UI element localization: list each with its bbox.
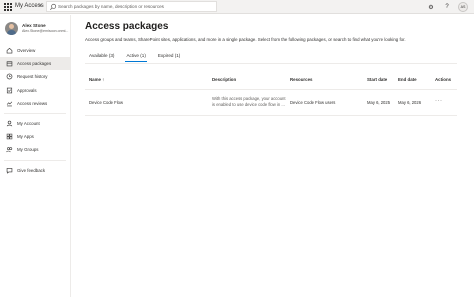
sidebar-item-label: Access packages	[17, 61, 52, 67]
tab-available[interactable]: Available (3)	[85, 49, 118, 63]
sidebar-item-label: My Account	[17, 121, 40, 127]
sidebar-item-label: Approvals	[17, 87, 37, 93]
chevron-down-icon[interactable]: ▾	[39, 3, 42, 9]
page-description: Access groups and teams, SharePoint site…	[85, 37, 406, 42]
column-header-description: Description	[212, 77, 237, 82]
approvals-icon	[6, 87, 13, 94]
user-name: Alex Stone	[22, 23, 46, 28]
tab-expired[interactable]: Expired (1)	[154, 49, 184, 63]
sidebar-item-label: Overview	[17, 48, 36, 54]
settings-icon[interactable]: ⚙	[426, 2, 436, 12]
sidebar-item-request-history[interactable]: Request history	[0, 70, 70, 83]
package-resources: Device Code Flow users	[290, 100, 336, 105]
tab-active[interactable]: Active (1)	[122, 49, 149, 63]
help-icon[interactable]: ?	[442, 2, 452, 12]
account-avatar[interactable]: AS	[458, 2, 468, 12]
nav-menu: Overview Access packages Request history…	[0, 44, 70, 177]
search-icon	[50, 3, 57, 10]
sidebar-item-label: Access reviews	[17, 100, 48, 106]
sidebar-item-label: My Apps	[17, 134, 34, 140]
sidebar-item-access-reviews[interactable]: Access reviews	[0, 97, 70, 110]
sidebar-item-label: My Groups	[17, 147, 39, 153]
package-end-date: May 6, 2026	[398, 100, 422, 105]
sidebar-item-my-account[interactable]: My Account	[0, 117, 70, 130]
table-row[interactable]: Device Code Flow With this access packag…	[85, 90, 457, 116]
sidebar-item-give-feedback[interactable]: Give feedback	[0, 164, 70, 177]
user-email: Alex.Stone@emisoon.onmi...	[22, 29, 69, 33]
tab-bar: Available (3) Active (1) Expired (1)	[85, 49, 184, 63]
column-header-resources: Resources	[290, 77, 313, 82]
divider	[4, 159, 66, 161]
search-box[interactable]: Search packages by name, description or …	[46, 1, 217, 12]
top-bar: My Access ▾ Search packages by name, des…	[0, 0, 474, 14]
reviews-icon	[6, 100, 13, 107]
avatar	[5, 22, 18, 35]
package-icon	[6, 60, 13, 67]
user-card: Alex Stone Alex.Stone@emisoon.onmi...	[5, 21, 69, 37]
table-header: Name ↑ Description Resources Start date …	[85, 70, 457, 90]
packages-table: Name ↑ Description Resources Start date …	[85, 70, 457, 116]
package-name[interactable]: Device Code Flow	[89, 100, 123, 105]
package-description: With this access package, your account i…	[212, 96, 286, 107]
column-header-actions: Actions	[435, 77, 452, 82]
home-icon	[6, 47, 13, 54]
groups-icon	[6, 146, 13, 153]
apps-icon	[6, 133, 13, 140]
sidebar-item-my-apps[interactable]: My Apps	[0, 130, 70, 143]
sidebar-item-my-groups[interactable]: My Groups	[0, 143, 70, 156]
sidebar-item-label: Request history	[17, 74, 48, 80]
history-icon	[6, 73, 13, 80]
column-header-name[interactable]: Name ↑	[89, 77, 104, 82]
column-header-start-date: Start date	[367, 77, 388, 82]
sidebar-item-access-packages[interactable]: Access packages	[0, 57, 70, 71]
app-launcher-icon[interactable]	[4, 3, 12, 11]
feedback-icon	[6, 167, 13, 174]
divider	[85, 63, 457, 64]
sidebar-item-label: Give feedback	[17, 167, 46, 173]
page-title: Access packages	[85, 21, 169, 32]
sidebar-item-overview[interactable]: Overview	[0, 44, 70, 57]
account-icon	[6, 120, 13, 127]
column-header-end-date: End date	[398, 77, 417, 82]
more-actions-icon[interactable]: ···	[435, 98, 443, 104]
divider	[4, 112, 66, 114]
sidebar-item-approvals[interactable]: Approvals	[0, 84, 70, 97]
sidebar: Alex Stone Alex.Stone@emisoon.onmi... Ov…	[0, 15, 71, 297]
package-start-date: May 6, 2025	[367, 100, 391, 105]
search-input[interactable]: Search packages by name, description or …	[58, 3, 164, 11]
